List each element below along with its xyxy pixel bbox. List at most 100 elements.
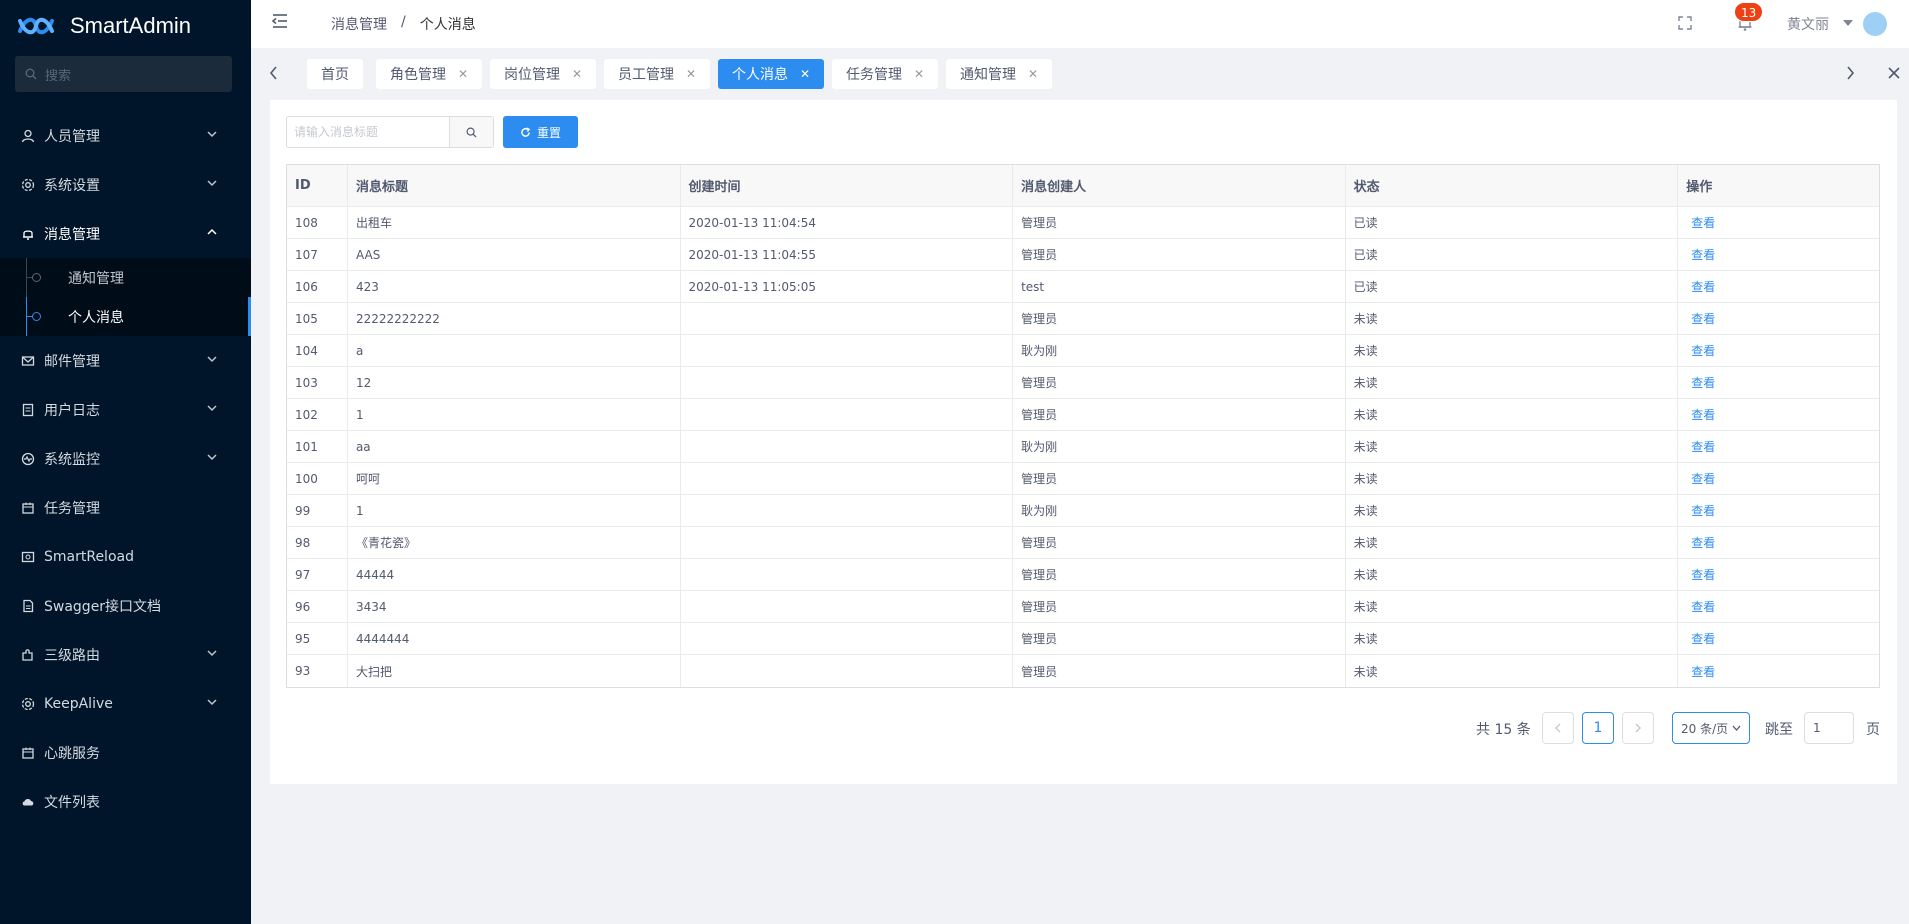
chevron-up-icon (207, 228, 217, 235)
sidebar-item-label: KeepAlive (44, 695, 113, 712)
title-search-input[interactable]: 请输入消息标题 (287, 117, 450, 147)
cell-creator: 管理员 (1013, 623, 1346, 654)
sidebar-item-file-list[interactable]: 文件列表 (0, 777, 251, 826)
reload-icon (20, 549, 36, 565)
cell-title: 4444444 (348, 623, 681, 654)
content-card: 请输入消息标题 重置 ID 消息标题 创建时间 消息创建人 状态 操作 108 出… (270, 100, 1897, 784)
cell-id: 108 (287, 207, 348, 238)
sidebar-item-message-management[interactable]: 消息管理 (0, 209, 251, 258)
logo[interactable]: SmartAdmin (0, 0, 251, 52)
page-size-select[interactable]: 20 条/页 (1672, 712, 1750, 744)
table-row: 106 423 2020-01-13 11:05:05 test 已读 查看 (287, 271, 1879, 303)
cell-status: 未读 (1346, 527, 1679, 558)
sidebar-item-notice-management[interactable]: 通知管理 (0, 258, 251, 297)
view-link[interactable]: 查看 (1691, 534, 1715, 551)
sidebar-item-smartreload[interactable]: SmartReload (0, 532, 251, 581)
prev-page-button[interactable] (1542, 712, 1574, 744)
next-page-button[interactable] (1622, 712, 1654, 744)
view-link[interactable]: 查看 (1691, 406, 1715, 423)
view-link[interactable]: 查看 (1691, 630, 1715, 647)
view-link[interactable]: 查看 (1691, 214, 1715, 231)
tab-employee-management[interactable]: 员工管理 ✕ (604, 59, 711, 89)
notification-badge: 13 (1734, 2, 1764, 22)
cell-creator: 管理员 (1013, 239, 1346, 270)
column-header-creator[interactable]: 消息创建人 (1013, 165, 1346, 206)
sidebar-subitem-label: 通知管理 (68, 270, 124, 287)
fullscreen-icon[interactable] (1678, 16, 1692, 30)
sidebar-item-user-log[interactable]: 用户日志 (0, 385, 251, 434)
breadcrumb-parent[interactable]: 消息管理 (331, 14, 387, 34)
table-row: 93 大扫把 管理员 未读 查看 (287, 655, 1879, 687)
sidebar-item-keepalive[interactable]: KeepAlive (0, 679, 251, 728)
column-header-title[interactable]: 消息标题 (348, 165, 681, 206)
close-icon[interactable]: ✕ (1028, 67, 1038, 81)
view-link[interactable]: 查看 (1691, 310, 1715, 327)
close-icon[interactable]: ✕ (800, 67, 810, 81)
cell-title: 《青花瓷》 (348, 527, 681, 558)
sidebar-search-input[interactable]: 搜索 (15, 56, 232, 92)
view-link[interactable]: 查看 (1691, 663, 1715, 680)
cell-title: a (348, 335, 681, 366)
cell-title: 出租车 (348, 207, 681, 238)
sidebar-item-personnel[interactable]: 人员管理 (0, 111, 251, 160)
view-link[interactable]: 查看 (1691, 246, 1715, 263)
close-icon[interactable]: ✕ (458, 67, 468, 81)
sidebar-item-heartbeat-service[interactable]: 心跳服务 (0, 728, 251, 777)
tab-label: 岗位管理 (504, 67, 560, 83)
tab-notice-management[interactable]: 通知管理 ✕ (946, 59, 1053, 89)
cell-created-time (681, 463, 1014, 494)
view-link[interactable]: 查看 (1691, 278, 1715, 295)
view-link[interactable]: 查看 (1691, 598, 1715, 615)
cell-id: 104 (287, 335, 348, 366)
user-name[interactable]: 黄文丽 (1787, 14, 1829, 34)
reset-button[interactable]: 重置 (503, 116, 578, 148)
cell-id: 106 (287, 271, 348, 302)
logo-icon (18, 17, 54, 35)
close-icon[interactable]: ✕ (686, 67, 696, 81)
tab-personal-message[interactable]: 个人消息 ✕ (718, 59, 825, 89)
app-title: SmartAdmin (70, 13, 192, 38)
jump-page-input[interactable]: 1 (1804, 712, 1854, 744)
column-header-created-time[interactable]: 创建时间 (681, 165, 1014, 206)
tab-label: 员工管理 (618, 67, 674, 83)
sidebar-item-swagger-docs[interactable]: Swagger接口文档 (0, 581, 251, 630)
search-button[interactable] (450, 117, 493, 147)
view-link[interactable]: 查看 (1691, 566, 1715, 583)
chevron-down-icon (207, 180, 217, 187)
view-link[interactable]: 查看 (1691, 438, 1715, 455)
cell-title: 1 (348, 399, 681, 430)
sidebar-item-system-settings[interactable]: 系统设置 (0, 160, 251, 209)
page-button-current[interactable]: 1 (1582, 712, 1614, 744)
close-icon[interactable]: ✕ (914, 67, 924, 81)
sidebar-item-mail-management[interactable]: 邮件管理 (0, 336, 251, 385)
sidebar-item-task-management[interactable]: 任务管理 (0, 483, 251, 532)
menu-collapse-icon[interactable] (271, 12, 289, 30)
chevron-right-icon[interactable] (1845, 66, 1855, 80)
sidebar-item-system-monitor[interactable]: 系统监控 (0, 434, 251, 483)
close-icon[interactable]: ✕ (572, 67, 582, 81)
tab-post-management[interactable]: 岗位管理 ✕ (490, 59, 597, 89)
column-header-status[interactable]: 状态 (1346, 165, 1679, 206)
calendar-icon (20, 500, 36, 516)
view-link[interactable]: 查看 (1691, 470, 1715, 487)
cell-status: 已读 (1346, 239, 1679, 270)
view-link[interactable]: 查看 (1691, 502, 1715, 519)
tab-role-management[interactable]: 角色管理 ✕ (376, 59, 483, 89)
tab-task-management[interactable]: 任务管理 ✕ (832, 59, 939, 89)
tab-home[interactable]: 首页 (307, 59, 363, 89)
cell-creator: test (1013, 271, 1346, 302)
column-header-id[interactable]: ID (287, 165, 348, 206)
tab-bar: 首页 角色管理 ✕ 岗位管理 ✕ 员工管理 ✕ 个人消息 ✕ 任务管理 ✕ 通知管理 ✕ (251, 48, 1909, 98)
avatar[interactable] (1863, 12, 1887, 36)
cell-creator: 耿为刚 (1013, 335, 1346, 366)
caret-down-icon[interactable] (1843, 20, 1853, 26)
pagination: 共 15 条 1 20 条/页 跳至 1 页 (270, 712, 1897, 744)
chevron-left-icon[interactable] (269, 66, 279, 80)
view-link[interactable]: 查看 (1691, 342, 1715, 359)
cell-title: 423 (348, 271, 681, 302)
cell-title: 大扫把 (348, 655, 681, 687)
sidebar-item-personal-message[interactable]: 个人消息 (0, 297, 251, 336)
sidebar-item-three-level-route[interactable]: 三级路由 (0, 630, 251, 679)
view-link[interactable]: 查看 (1691, 374, 1715, 391)
close-all-tabs-icon[interactable] (1887, 66, 1901, 80)
